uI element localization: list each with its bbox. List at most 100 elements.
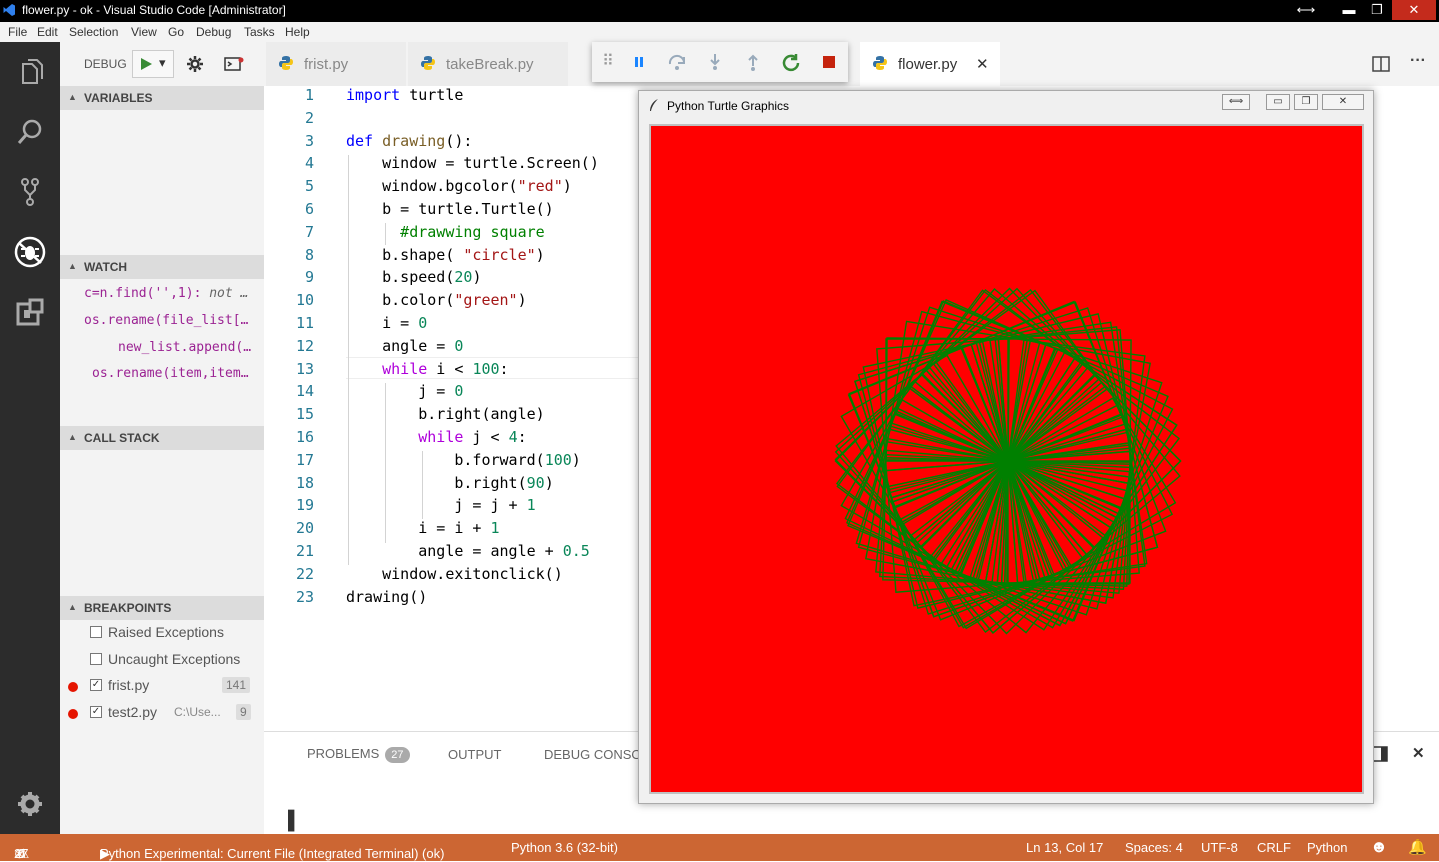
code-line[interactable]: angle = 0 <box>346 337 463 355</box>
breakpoint-uncaught-exceptions[interactable]: Uncaught Exceptions <box>60 649 264 671</box>
tab-problems[interactable]: PROBLEMS 27 <box>307 746 410 763</box>
menu-edit[interactable]: Edit <box>37 25 58 39</box>
indentation-status[interactable]: Spaces: 4 <box>1125 840 1183 855</box>
menu-bar: File Edit Selection View Go Debug Tasks … <box>0 22 1439 42</box>
close-tab-icon[interactable]: ✕ <box>976 55 989 73</box>
debug-icon[interactable] <box>10 232 50 272</box>
checkbox[interactable]: ✓ <box>90 679 102 691</box>
breakpoint-label: test2.py <box>108 704 158 720</box>
breakpoint-raised-exceptions[interactable]: Raised Exceptions <box>60 622 264 644</box>
code-line[interactable]: i = i + 1 <box>346 519 499 537</box>
debug-config-select[interactable]: ▾ <box>132 50 174 78</box>
menu-selection[interactable]: Selection <box>69 25 118 39</box>
code-line[interactable]: b.right(angle) <box>346 405 544 423</box>
eol-status[interactable]: CRLF <box>1257 840 1291 855</box>
code-line[interactable]: b.speed(20) <box>346 268 481 286</box>
chevron-down-icon[interactable]: ▾ <box>159 55 166 71</box>
more-actions-icon[interactable]: ··· <box>1410 52 1426 70</box>
tab-flower-py[interactable]: flower.py ✕ <box>860 42 1000 86</box>
search-icon[interactable] <box>10 112 50 152</box>
tab-frist-py[interactable]: frist.py <box>266 42 406 86</box>
close-window-button[interactable]: ✕ <box>1392 0 1436 20</box>
turtle-canvas[interactable] <box>649 124 1364 794</box>
breakpoint-dot-icon <box>68 709 78 719</box>
code-line[interactable]: while i < 100: <box>346 360 508 378</box>
maximize-button[interactable]: ❐ <box>1362 0 1392 20</box>
close-window-button[interactable]: ✕ <box>1322 94 1364 110</box>
tab-debug-console[interactable]: DEBUG CONSO <box>544 747 642 762</box>
menu-view[interactable]: View <box>131 25 157 39</box>
gear-icon[interactable] <box>10 784 50 824</box>
code-line[interactable]: b = turtle.Turtle() <box>346 200 554 218</box>
code-line[interactable]: def drawing(): <box>346 132 472 150</box>
feedback-smiley-icon[interactable]: ☻ <box>1370 837 1388 857</box>
watch-item[interactable]: os.rename(item,item… <box>92 366 249 381</box>
breakpoint-frist-py[interactable]: ✓ frist.py 141 <box>60 675 264 697</box>
close-panel-icon[interactable]: ✕ <box>1412 744 1425 762</box>
checkbox[interactable] <box>90 653 102 665</box>
line-number: 12 <box>295 336 314 355</box>
language-status[interactable]: Python <box>1307 840 1347 855</box>
code-line[interactable]: b.shape( "circle") <box>346 246 545 264</box>
watch-item[interactable]: c=n.find('',1): not … <box>84 286 248 301</box>
code-line[interactable]: while j < 4: <box>346 428 526 446</box>
debug-console-icon[interactable] <box>224 56 244 72</box>
split-editor-icon[interactable] <box>1372 56 1390 72</box>
checkbox[interactable] <box>90 626 102 638</box>
code-line[interactable]: #drawwing square <box>346 223 545 241</box>
menu-file[interactable]: File <box>8 25 27 39</box>
encoding-status[interactable]: UTF-8 <box>1201 840 1238 855</box>
interpreter-status[interactable]: Python 3.6 (32-bit) <box>511 840 618 855</box>
menu-go[interactable]: Go <box>168 25 184 39</box>
code-line[interactable]: window.exitonclick() <box>346 565 563 583</box>
code-line[interactable]: j = j + 1 <box>346 496 535 514</box>
code-line[interactable]: j = 0 <box>346 382 463 400</box>
step-into-icon[interactable] <box>704 52 726 72</box>
minimize-button[interactable]: ▭ <box>1266 94 1290 110</box>
start-debugging-icon[interactable] <box>139 57 153 71</box>
code-line[interactable]: window = turtle.Screen() <box>346 154 599 172</box>
menu-debug[interactable]: Debug <box>196 25 231 39</box>
code-line[interactable]: b.color("green") <box>346 291 527 309</box>
checkbox[interactable]: ✓ <box>90 706 102 718</box>
code-line[interactable]: drawing() <box>346 588 427 606</box>
code-line[interactable]: b.right(90) <box>346 474 553 492</box>
extensions-icon[interactable] <box>10 292 50 332</box>
settings-gear-icon[interactable] <box>186 55 204 73</box>
menu-tasks[interactable]: Tasks <box>244 25 275 39</box>
maximize-panel-icon[interactable] <box>1372 746 1388 762</box>
stop-icon[interactable] <box>818 52 840 72</box>
watch-item[interactable]: os.rename(file_list[… <box>84 313 248 328</box>
watch-item[interactable]: new_list.append(… <box>118 340 251 355</box>
drag-handle-icon[interactable]: ⠿ <box>597 52 619 72</box>
notifications-bell-icon[interactable]: 🔔 <box>1408 838 1427 856</box>
watch-section-header[interactable]: ▲ WATCH <box>60 255 264 279</box>
code-line[interactable]: angle = angle + 0.5 <box>346 542 590 560</box>
menu-help[interactable]: Help <box>285 25 310 39</box>
debug-sidebar: DEBUG ▾ ▲ VARIABLES ▲ WATCH c=n.find('',… <box>60 42 264 834</box>
tab-output[interactable]: OUTPUT <box>448 747 501 762</box>
files-icon[interactable] <box>10 52 50 92</box>
restart-icon[interactable] <box>780 52 802 72</box>
step-out-icon[interactable] <box>742 52 764 72</box>
code-line[interactable]: import turtle <box>346 86 463 104</box>
problems-status[interactable]: ⊗ 27 ⚠ 0 <box>14 840 29 861</box>
resize-icon[interactable]: ⟷ <box>1291 0 1321 20</box>
variables-section-header[interactable]: ▲ VARIABLES <box>60 86 264 110</box>
breakpoint-test2-py[interactable]: ✓ test2.py C:\Use... 9 <box>60 702 264 724</box>
source-control-icon[interactable] <box>10 172 50 212</box>
callstack-section-header[interactable]: ▲ CALL STACK <box>60 426 264 450</box>
code-line[interactable]: b.forward(100) <box>346 451 580 469</box>
step-over-icon[interactable] <box>666 52 688 72</box>
code-line[interactable]: i = 0 <box>346 314 427 332</box>
terminal-cursor[interactable]: ▌ <box>288 810 301 831</box>
pause-icon[interactable] <box>628 52 650 72</box>
minimize-button[interactable]: ▬ <box>1334 0 1364 20</box>
breakpoints-section-header[interactable]: ▲ BREAKPOINTS <box>60 596 264 620</box>
vscode-logo-icon <box>3 4 15 16</box>
code-line[interactable]: window.bgcolor("red") <box>346 177 572 195</box>
maximize-button[interactable]: ❐ <box>1294 94 1318 110</box>
cursor-position-status[interactable]: Ln 13, Col 17 <box>1026 840 1103 855</box>
tab-takebreak-py[interactable]: takeBreak.py <box>408 42 568 86</box>
resize-icon[interactable]: ⟺ <box>1222 94 1250 110</box>
